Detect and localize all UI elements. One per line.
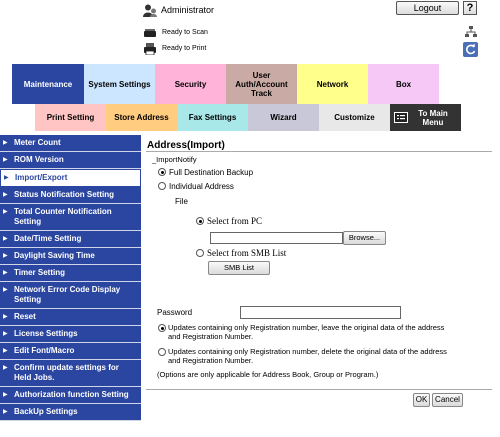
select-from-smb-radio[interactable] <box>196 249 204 257</box>
browse-button[interactable]: Browse... <box>343 231 386 245</box>
user-label: Administrator <box>161 5 215 15</box>
select-from-pc-label: Select from PC <box>207 216 262 226</box>
tab-user-auth-account-track[interactable]: User Auth/Account Track <box>226 64 297 104</box>
main-menu-icon <box>394 112 408 123</box>
full-backup-label: Full Destination Backup <box>169 168 254 177</box>
tab-wizard[interactable]: Wizard <box>248 104 319 131</box>
sidebar-item-network-error-code-display-setting[interactable]: Network Error Code Display Setting <box>0 282 141 309</box>
network-icon[interactable] <box>465 26 477 38</box>
option-leave-original-label: Updates containing only Registration num… <box>168 323 445 341</box>
tab-fax-settings[interactable]: Fax Settings <box>177 104 248 131</box>
sidebar-item-confirm-update-settings[interactable]: Confirm update settings for Held Jobs. <box>0 360 141 387</box>
smb-list-button[interactable]: SMB List <box>208 261 270 275</box>
individual-address-radio[interactable] <box>158 182 166 190</box>
sidebar-item-total-counter-notification-setting[interactable]: Total Counter Notification Setting <box>0 204 141 231</box>
tab-network[interactable]: Network <box>297 64 368 104</box>
tab-customize[interactable]: Customize <box>319 104 390 131</box>
individual-address-label: Individual Address <box>169 182 234 191</box>
full-backup-radio[interactable] <box>158 168 166 176</box>
password-label: Password <box>157 308 193 317</box>
file-label: File <box>175 197 188 206</box>
tab-security[interactable]: Security <box>155 64 226 104</box>
sidebar-item-import-export[interactable]: Import/Export <box>0 169 141 187</box>
sidebar-item-timer-setting[interactable]: Timer Setting <box>0 265 141 282</box>
option-delete-original-label: Updates containing only Registration num… <box>168 347 447 365</box>
cancel-button[interactable]: Cancel <box>432 393 463 407</box>
page-title: Address(Import) <box>147 140 225 151</box>
tab-print-setting[interactable]: Print Setting <box>35 104 106 131</box>
file-path-input[interactable] <box>210 232 343 244</box>
administrator-icon <box>143 4 157 17</box>
tab-to-main-menu[interactable]: To Main Menu <box>390 104 461 131</box>
scan-status-text: Ready to Scan <box>162 29 208 36</box>
options-note: (Options are only applicable for Address… <box>157 370 379 379</box>
import-notify-label: _ImportNotify <box>152 155 197 164</box>
help-button[interactable]: ? <box>463 1 477 15</box>
sidebar-item-reset[interactable]: Reset <box>0 309 141 326</box>
option-leave-original-radio[interactable] <box>158 324 166 332</box>
option-delete-original-radio[interactable] <box>158 348 166 356</box>
ok-button[interactable]: OK <box>413 393 430 407</box>
sidebar-item-meter-count[interactable]: Meter Count <box>0 135 141 152</box>
bottom-divider <box>146 389 492 390</box>
print-status-text: Ready to Print <box>162 45 207 52</box>
refresh-icon[interactable] <box>463 42 478 57</box>
select-from-pc-radio[interactable] <box>196 217 204 225</box>
select-from-smb-label: Select from SMB List <box>207 248 287 258</box>
title-divider <box>146 151 492 152</box>
sidebar-item-license-settings[interactable]: License Settings <box>0 326 141 343</box>
sidebar: Meter Count ROM Version Import/Export St… <box>0 135 141 421</box>
tab-system-settings[interactable]: System Settings <box>84 64 155 104</box>
password-input[interactable] <box>240 306 401 319</box>
logout-button[interactable]: Logout <box>396 1 459 15</box>
tab-store-address[interactable]: Store Address <box>106 104 177 131</box>
sidebar-item-status-notification-setting[interactable]: Status Notification Setting <box>0 187 141 204</box>
sidebar-item-date-time-setting[interactable]: Date/Time Setting <box>0 231 141 248</box>
sidebar-item-backup-settings[interactable]: BackUp Settings <box>0 404 141 421</box>
scanner-icon <box>143 27 157 39</box>
printer-icon <box>143 43 157 56</box>
tab-box[interactable]: Box <box>368 64 439 104</box>
tab-maintenance[interactable]: Maintenance <box>12 64 84 104</box>
sidebar-item-rom-version[interactable]: ROM Version <box>0 152 141 169</box>
sidebar-item-daylight-saving-time[interactable]: Daylight Saving Time <box>0 248 141 265</box>
sidebar-item-authorization-function-setting[interactable]: Authorization function Setting <box>0 387 141 404</box>
sidebar-item-edit-font-macro[interactable]: Edit Font/Macro <box>0 343 141 360</box>
